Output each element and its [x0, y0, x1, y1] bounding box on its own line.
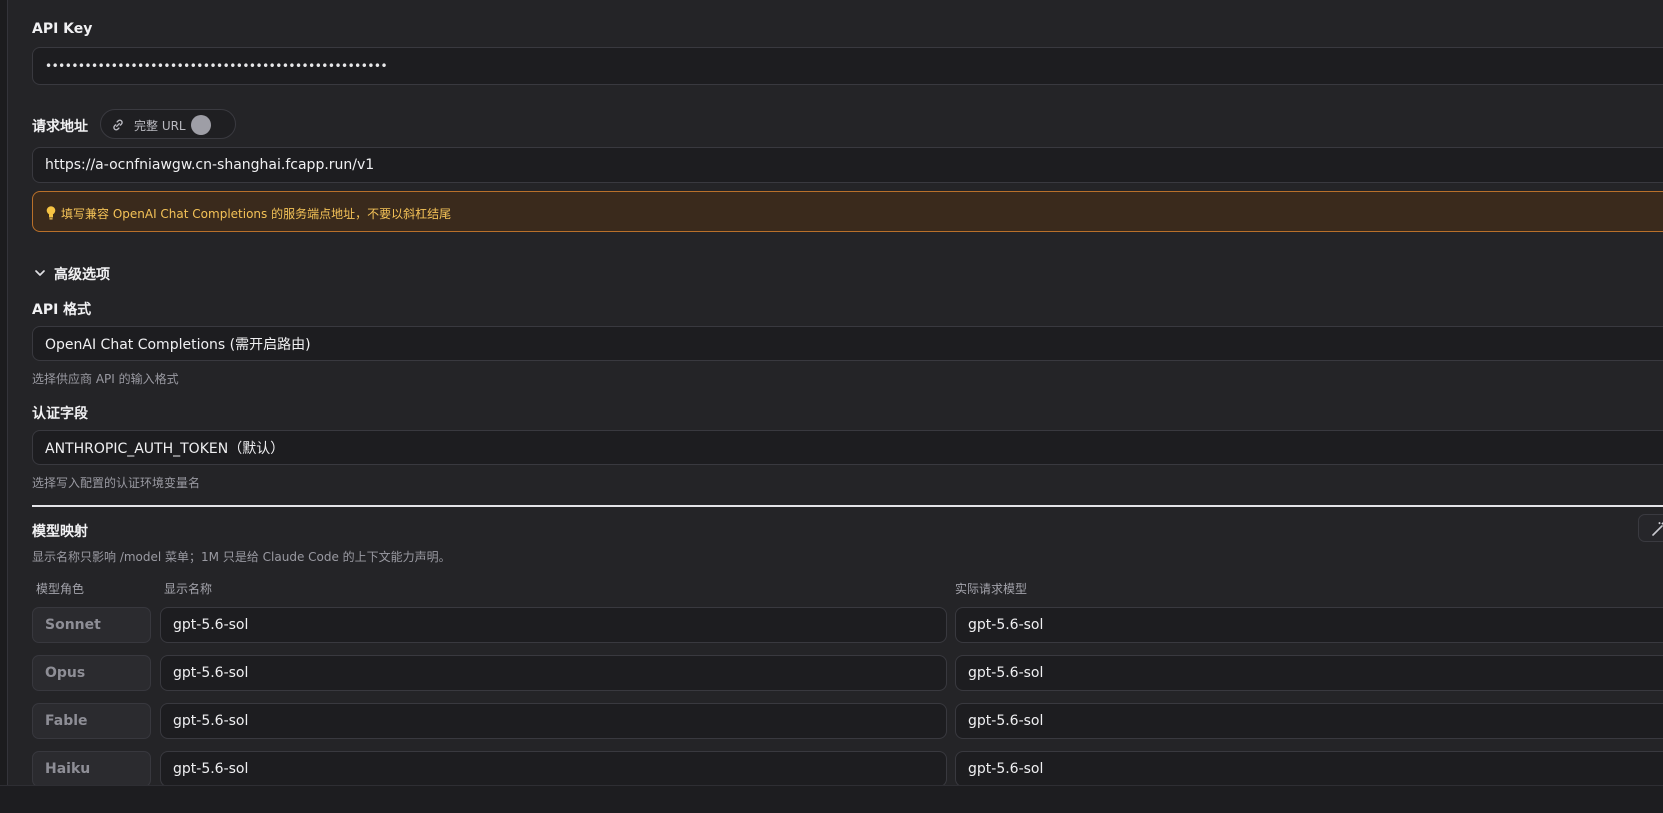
request-url-notice-text: 填写兼容 OpenAI Chat Completions 的服务端点地址，不要以… [61, 207, 452, 221]
actual-model-value: gpt-5.6-sol [968, 617, 1044, 633]
api-format-selected: OpenAI Chat Completions (需开启路由) [45, 336, 311, 353]
api-format-label: API 格式 [32, 302, 92, 318]
column-header-role: 模型角色 [36, 582, 85, 596]
full-url-toggle-label: 完整 URL [134, 119, 186, 133]
actual-model-input-opus[interactable]: gpt-5.6-sol [955, 655, 1663, 691]
column-header-display-name: 显示名称 [164, 582, 213, 596]
auto-fill-button[interactable] [1638, 514, 1663, 542]
section-divider [32, 505, 1663, 507]
actual-model-input-sonnet[interactable]: gpt-5.6-sol [955, 607, 1663, 643]
model-mapping-description: 显示名称只影响 /model 菜单；1M 只是给 Claude Code 的上下… [32, 550, 451, 564]
api-format-select[interactable]: OpenAI Chat Completions (需开启路由) [32, 326, 1663, 361]
full-url-toggle[interactable]: 完整 URL [100, 109, 236, 139]
actual-model-input-haiku[interactable]: gpt-5.6-sol [955, 751, 1663, 785]
display-name-value: gpt-5.6-sol [173, 617, 249, 633]
model-role-fable: Fable [32, 703, 151, 739]
request-url-value: https://a-ocnfniawgw.cn-shanghai.fcapp.r… [45, 157, 375, 173]
request-url-label: 请求地址 [32, 119, 88, 135]
model-mapping-title: 模型映射 [32, 524, 88, 540]
display-name-value: gpt-5.6-sol [173, 761, 249, 777]
auth-field-hint: 选择写入配置的认证环境变量名 [32, 476, 201, 490]
request-url-input[interactable]: https://a-ocnfniawgw.cn-shanghai.fcapp.r… [32, 147, 1663, 183]
display-name-value: gpt-5.6-sol [173, 665, 249, 681]
app-frame: API Key ••••••••••••••••••••••••••••••••… [0, 0, 1663, 785]
api-format-hint: 选择供应商 API 的输入格式 [32, 372, 179, 386]
actual-model-value: gpt-5.6-sol [968, 713, 1044, 729]
chevron-down-icon[interactable] [33, 266, 47, 280]
api-key-input[interactable]: ••••••••••••••••••••••••••••••••••••••••… [32, 47, 1663, 85]
request-url-notice: 填写兼容 OpenAI Chat Completions 的服务端点地址，不要以… [32, 191, 1663, 232]
api-key-label: API Key [32, 21, 93, 37]
actual-model-value: gpt-5.6-sol [968, 761, 1044, 777]
switch-knob [191, 115, 211, 135]
full-url-switch[interactable] [191, 115, 231, 135]
bottom-bar [0, 785, 1663, 813]
actual-model-input-fable[interactable]: gpt-5.6-sol [955, 703, 1663, 739]
auth-field-label: 认证字段 [32, 406, 88, 422]
model-role-label: Sonnet [45, 617, 101, 633]
actual-model-value: gpt-5.6-sol [968, 665, 1044, 681]
sidebar-edge [0, 0, 8, 785]
magic-wand-icon [1652, 521, 1663, 536]
display-name-value: gpt-5.6-sol [173, 713, 249, 729]
model-role-label: Haiku [45, 761, 91, 777]
model-role-opus: Opus [32, 655, 151, 691]
api-key-value: ••••••••••••••••••••••••••••••••••••••••… [45, 59, 388, 73]
auth-field-select[interactable]: ANTHROPIC_AUTH_TOKEN（默认） [32, 430, 1663, 465]
display-name-input-sonnet[interactable]: gpt-5.6-sol [160, 607, 947, 643]
link-icon [113, 119, 123, 131]
display-name-input-fable[interactable]: gpt-5.6-sol [160, 703, 947, 739]
display-name-input-haiku[interactable]: gpt-5.6-sol [160, 751, 947, 785]
auth-field-selected: ANTHROPIC_AUTH_TOKEN（默认） [45, 440, 285, 457]
advanced-options-toggle[interactable]: 高级选项 [54, 264, 110, 284]
display-name-input-opus[interactable]: gpt-5.6-sol [160, 655, 947, 691]
model-role-label: Opus [45, 665, 86, 681]
model-role-sonnet: Sonnet [32, 607, 151, 643]
column-header-actual-model: 实际请求模型 [955, 582, 1028, 596]
lightbulb-icon [46, 206, 56, 220]
model-role-haiku: Haiku [32, 751, 151, 785]
model-role-label: Fable [45, 713, 88, 729]
